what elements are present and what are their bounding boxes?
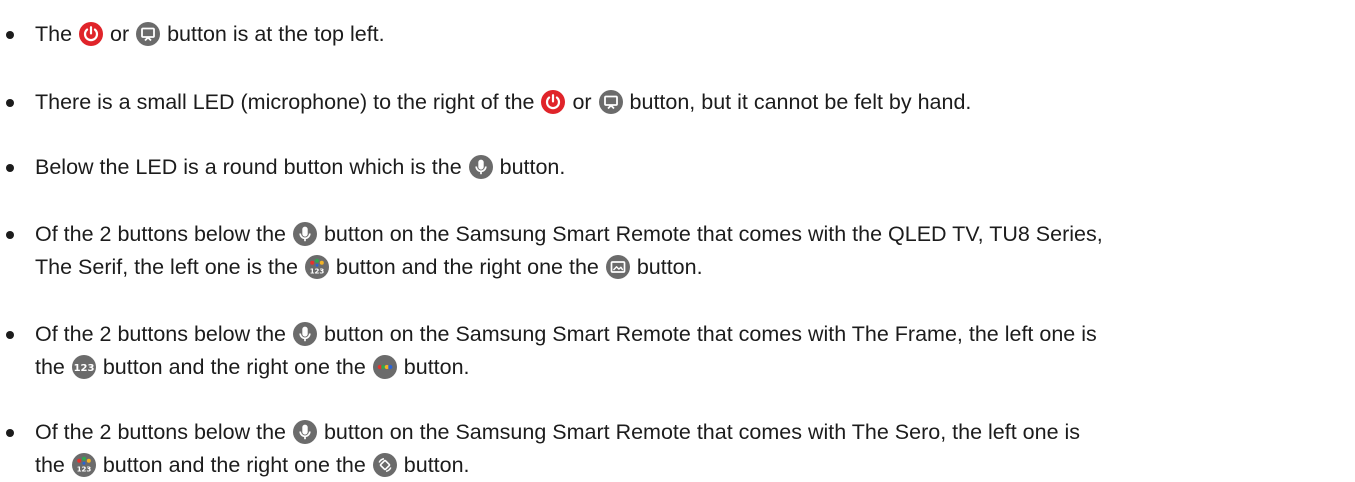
text-segment: button and the right one the [96,453,372,477]
text-line: There is a small LED (microphone) to the… [35,86,1347,119]
list-item-text: There is a small LED (microphone) to the… [35,86,1347,119]
text-segment: or [104,22,136,46]
power-icon [541,90,566,114]
text-segment: The Serif, the left one is the [35,255,304,279]
text-segment: button is at the top left. [161,22,385,46]
microphone-icon [292,322,317,346]
svg-text:123: 123 [73,363,94,374]
text-segment: button and the right one the [329,255,605,279]
text-segment: button on the Samsung Smart Remote that … [317,420,1081,444]
color-dots-icon [372,355,397,379]
microphone-icon [292,222,317,246]
bullet-dot [6,31,14,39]
text-segment: button on the Samsung Smart Remote that … [317,322,1097,346]
bullet-dot [6,231,14,239]
text-line: the 123 button and the right one the but… [35,351,1347,384]
list-item-text: Of the 2 buttons below the button on the… [35,416,1347,482]
text-segment: Below the LED is a round button which is… [35,155,468,179]
microphone-icon [292,420,317,444]
rotate-icon [372,453,397,477]
text-segment: Of the 2 buttons below the [35,222,292,246]
text-segment: There is a small LED (microphone) to the… [35,90,541,114]
list-item-text: Of the 2 buttons below the button on the… [35,218,1347,284]
text-segment: button. [397,453,470,477]
bullet-dot [6,99,14,107]
list-item-text: Below the LED is a round button which is… [35,151,1347,184]
text-segment: the [35,453,71,477]
text-line: Below the LED is a round button which is… [35,151,1347,184]
color-123-icon: 123 [71,453,96,477]
text-line: Of the 2 buttons below the button on the… [35,218,1347,251]
text-segment: button, but it cannot be felt by hand. [623,90,972,114]
microphone-icon [468,155,493,179]
number-123-icon: 123 [71,355,96,379]
text-segment: button and the right one the [96,355,372,379]
text-line: The or button is at the top left. [35,18,1347,51]
list-item-text: The or button is at the top left. [35,18,1347,51]
bullet-dot [6,164,14,172]
text-segment: button. [493,155,566,179]
text-segment: Of the 2 buttons below the [35,322,292,346]
text-segment: The [35,22,79,46]
bullet-dot [6,331,14,339]
bullet-dot [6,429,14,437]
svg-text:123: 123 [310,268,325,276]
text-line: Of the 2 buttons below the button on the… [35,318,1347,351]
ambient-icon [598,90,623,114]
color-123-icon: 123 [304,255,329,279]
text-segment: or [566,90,598,114]
text-segment: button. [630,255,703,279]
text-segment: Of the 2 buttons below the [35,420,292,444]
list-item-text: Of the 2 buttons below the button on the… [35,318,1347,384]
ambient-icon [136,22,161,46]
ambient-mode-icon [605,255,630,279]
text-line: The Serif, the left one is the 123 butto… [35,251,1347,284]
power-icon [79,22,104,46]
text-segment: button on the Samsung Smart Remote that … [317,222,1103,246]
text-segment: button. [397,355,470,379]
svg-text:123: 123 [77,466,92,474]
text-segment: the [35,355,71,379]
text-line: the 123 button and the right one the but… [35,449,1347,482]
text-line: Of the 2 buttons below the button on the… [35,416,1347,449]
